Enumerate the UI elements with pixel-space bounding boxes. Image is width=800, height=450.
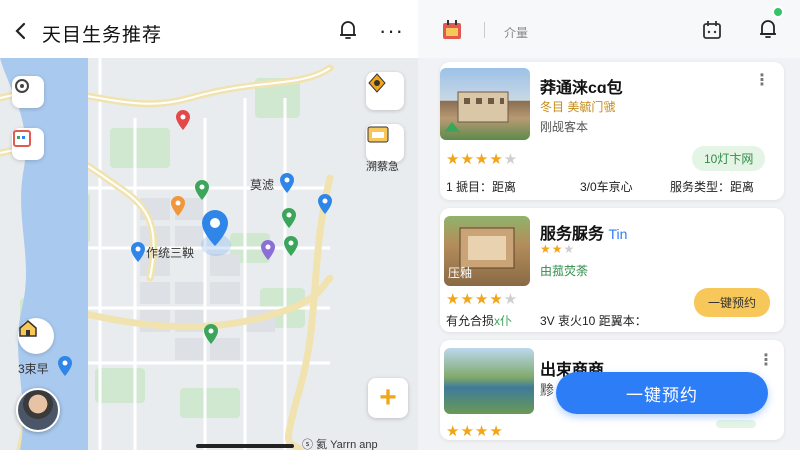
right-top-bar: 介量: [418, 0, 800, 58]
divider: [484, 22, 485, 38]
store-icon: [367, 126, 389, 143]
card-meta: 1 搋目：距离: [446, 180, 517, 194]
green-pin-icon[interactable]: [284, 236, 298, 256]
locate-button[interactable]: [366, 72, 404, 110]
card-meta: 3V 衷火10 距翼本：: [540, 314, 647, 328]
map-label: 作统三鞅: [146, 246, 195, 260]
settings-button[interactable]: [12, 76, 44, 108]
map-attribution: ⓢ 氦 Yarrn anp: [302, 439, 378, 450]
map-panel: 天目生务推荐 ··· 溯蔡急 莫滤 作统三鞅 3束早 + ⓢ 氦 Yarrn a…: [0, 0, 418, 450]
map-label: 莫滤: [250, 178, 275, 192]
green-pin-icon[interactable]: [204, 324, 218, 344]
bell-icon[interactable]: [338, 19, 358, 41]
more-icon[interactable]: ⋮: [758, 350, 774, 370]
calendar-outline-icon[interactable]: [702, 20, 722, 40]
orange-pin-icon[interactable]: [171, 196, 185, 216]
chevron-left-icon[interactable]: [12, 22, 30, 40]
service-card[interactable]: 莽通涞cɑ包 ⋮ 冬目 美毓门虢 刚觇客本 ★★★★★ 10灯卞网 1 搋目：距…: [440, 62, 784, 200]
red-pin-icon[interactable]: [176, 110, 190, 130]
service-list-panel: 介量 莽通涞cɑ包 ⋮ 冬目 美毓门虢 刚觇客本 ★★★★★ 10灯卞网 1 搋…: [418, 0, 800, 450]
blue-pin-icon[interactable]: [318, 194, 332, 214]
card-meta: 3/0车亰心: [580, 180, 633, 194]
purple-pin-icon[interactable]: [261, 240, 275, 260]
tab-label[interactable]: 介量: [504, 24, 528, 41]
building-image: [444, 91, 509, 132]
calendar-icon[interactable]: [442, 20, 462, 40]
blue-pin-icon[interactable]: [131, 242, 145, 262]
rating-stars: ★★★★★: [446, 291, 519, 308]
calendar-icon: [13, 130, 31, 147]
home-button[interactable]: [18, 318, 54, 354]
bell-icon[interactable]: [758, 18, 778, 40]
rating-stars: ★★★★: [446, 423, 504, 440]
page-title: 天目生务推荐: [42, 25, 163, 46]
notification-dot: [772, 6, 784, 18]
status-badge: 10灯卞网: [692, 146, 766, 171]
compass-icon: [368, 73, 386, 93]
blue-pin-icon[interactable]: [58, 356, 72, 376]
green-pin-icon[interactable]: [282, 208, 296, 228]
poi-card-button[interactable]: [366, 124, 404, 162]
add-button[interactable]: +: [368, 378, 408, 418]
top-bar: 天目生务推荐 ···: [0, 0, 418, 58]
avatar[interactable]: [16, 388, 60, 432]
current-location-pin-icon[interactable]: [202, 210, 228, 246]
card-title: 服务脲务 Tin: [540, 226, 628, 243]
card-subtitle: 由菰荧荼: [540, 264, 589, 278]
rating-stars-small: ★★★: [540, 242, 576, 256]
map-label: 3束早: [18, 362, 49, 376]
home-icon: [19, 320, 37, 337]
card-subtitle: 冬目 美毓门虢: [540, 100, 616, 114]
home-indicator: [196, 444, 294, 448]
more-icon[interactable]: ···: [379, 18, 404, 44]
gear-icon: [15, 79, 29, 93]
thumb-label: 压釉: [448, 266, 473, 280]
rating-stars: ★★★★★: [446, 151, 519, 168]
more-icon[interactable]: ⋮: [754, 70, 770, 90]
blue-pin-icon[interactable]: [280, 173, 294, 193]
card-subtitle: 刚觇客本: [540, 120, 589, 134]
book-now-button[interactable]: 一键预约: [694, 288, 771, 317]
card-meta: 服务类型：距离: [670, 180, 755, 194]
map-view[interactable]: 溯蔡急 莫滤 作统三鞅 3束早 + ⓢ 氦 Yarrn anp: [0, 58, 418, 450]
status-badge: [716, 420, 756, 428]
book-now-floating-button[interactable]: 一键预约: [556, 372, 768, 414]
card-title: 莽通涞cɑ包: [540, 80, 623, 97]
card-subtitle: 黪: [540, 382, 554, 398]
service-card[interactable]: 压釉 服务脲务 Tin ★★★ 由菰荧荼 ★★★★★ 一键预约 有允合损x仆 3…: [440, 208, 784, 332]
layers-button[interactable]: [12, 128, 44, 160]
poi-card-label: 溯蔡急: [366, 161, 399, 173]
green-pin-icon[interactable]: [195, 180, 209, 200]
card-thumbnail: [444, 348, 534, 414]
card-meta: 有允合损x仆: [446, 314, 513, 328]
card-thumbnail: [440, 68, 530, 140]
